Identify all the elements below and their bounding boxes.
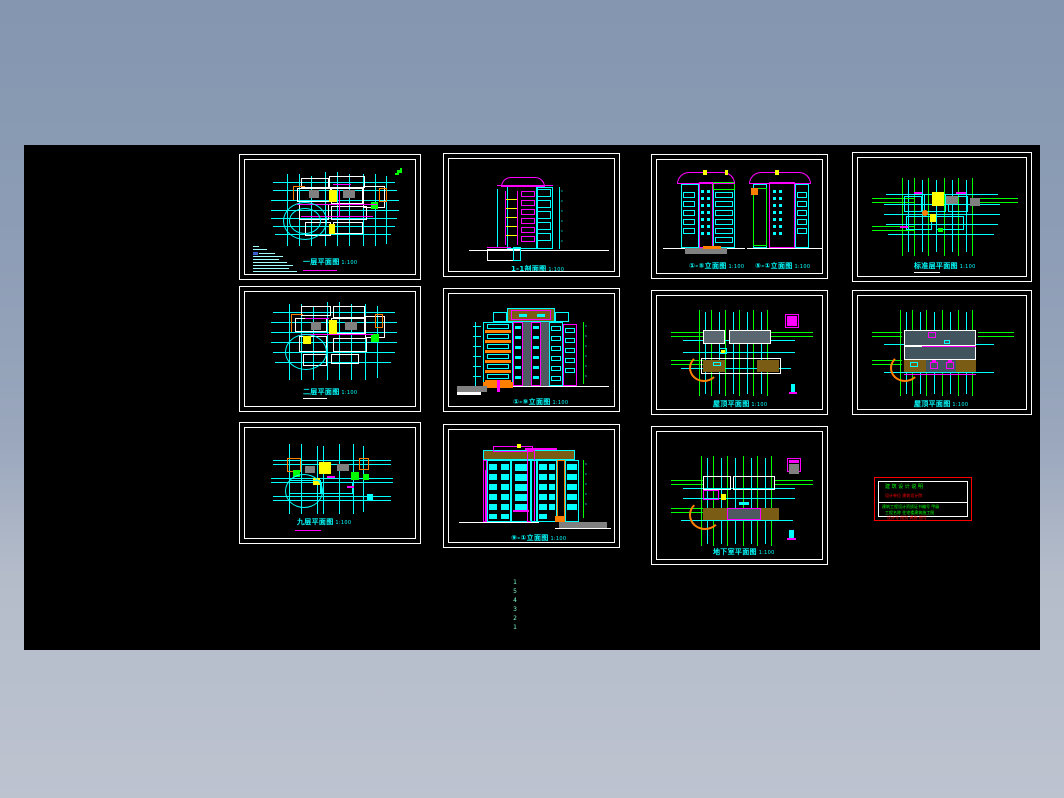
- title-block-subheader: 设计单位 建筑设计院: [885, 493, 923, 498]
- drawing-caption: ⑨-①立面图 1:100: [511, 534, 567, 542]
- drawing-frame-inner: ①-⑤立面图 1:100 ⑤-①立面图 1:100: [656, 159, 823, 274]
- drawing-panel-elevation-front[interactable]: h h h h h h ①-⑨立面图 1:100: [443, 288, 620, 412]
- plan-legend-text: [253, 246, 307, 274]
- stray-vertical-text: 1 5 4 3 2 1: [508, 578, 522, 632]
- section-1-1-sheet: h h h h h h 1-1剖面图 1:100: [449, 159, 614, 271]
- drawing-caption: 二层平面图 1:100: [303, 388, 358, 396]
- drawing-frame-inner: h h h h h h 1-1剖面图 1:100: [448, 158, 615, 272]
- drawing-panel-plan-ground-floor[interactable]: 一层平面图 1:100: [239, 154, 421, 280]
- title-block[interactable]: 建 筑 设 计 说 明 设计单位 建筑设计院 建筑工程设计资质证书编号 甲级 工…: [874, 477, 972, 521]
- plan-roof-b-sheet: 屋顶平面图 1:100: [858, 296, 1026, 409]
- stray-line: 1: [513, 624, 517, 631]
- elevation-front-sheet: h h h h h h ①-⑨立面图 1:100: [449, 294, 614, 406]
- drawing-frame-inner: 屋顶平面图 1:100: [656, 295, 823, 410]
- drawing-panel-plan-roof-b[interactable]: 屋顶平面图 1:100: [852, 290, 1032, 415]
- title-block-line-3: 设计号 图别 建施 图号: [887, 515, 927, 520]
- drawing-panel-plan-standard-floor[interactable]: 标准层平面图 1:100: [852, 152, 1032, 282]
- drawing-caption: 一层平面图 1:100: [303, 258, 358, 266]
- stray-line: 4: [513, 597, 517, 604]
- drawing-panel-plan-top-floor[interactable]: 九层平面图 1:100: [239, 422, 421, 544]
- elevation-rear-sheet: h h h h h ⑨-①立面图 1:100: [449, 430, 614, 542]
- drawing-caption-2: ⑤-①立面图 1:100: [755, 262, 811, 270]
- cad-canvas[interactable]: 一层平面图 1:100 h h h h h h 1-1剖面图 1:100 ①-⑤…: [24, 145, 1040, 650]
- stray-line: 1: [513, 579, 517, 586]
- drawing-frame-inner: 地下室平面图 1:100: [656, 431, 823, 560]
- plan-roof-a-sheet: 屋顶平面图 1:100: [657, 296, 822, 409]
- drawing-panel-plan-second-floor[interactable]: 二层平面图 1:100: [239, 286, 421, 412]
- drawing-frame-inner: h h h h h ⑨-①立面图 1:100: [448, 429, 615, 543]
- plan-top-floor-sheet: 九层平面图 1:100: [245, 428, 415, 538]
- plan-ground-floor-sheet: 一层平面图 1:100: [245, 160, 415, 274]
- drawing-caption: 九层平面图 1:100: [297, 518, 352, 526]
- drawing-frame-inner: 九层平面图 1:100: [244, 427, 416, 539]
- drawing-caption: 标准层平面图 1:100: [914, 262, 976, 270]
- drawing-panel-elevation-side-pair[interactable]: ①-⑤立面图 1:100 ⑤-①立面图 1:100: [651, 154, 828, 279]
- drawing-frame-inner: 一层平面图 1:100: [244, 159, 416, 275]
- drawing-panel-plan-basement[interactable]: 地下室平面图 1:100: [651, 426, 828, 565]
- drawing-caption: 1-1剖面图 1:100: [511, 265, 565, 272]
- title-block-inner: 建 筑 设 计 说 明 设计单位 建筑设计院 建筑工程设计资质证书编号 甲级 工…: [878, 481, 968, 520]
- drawing-panel-elevation-rear[interactable]: h h h h h ⑨-①立面图 1:100: [443, 424, 620, 548]
- drawing-frame-inner: 标准层平面图 1:100: [857, 157, 1027, 277]
- plan-second-floor-sheet: 二层平面图 1:100: [245, 292, 415, 406]
- drawing-frame-inner: 屋顶平面图 1:100: [857, 295, 1027, 410]
- stray-line: 5: [513, 588, 517, 595]
- drawing-frame-inner: h h h h h h ①-⑨立面图 1:100: [448, 293, 615, 407]
- drawing-frame-inner: 二层平面图 1:100: [244, 291, 416, 407]
- drawing-caption: 屋顶平面图 1:100: [914, 400, 969, 408]
- drawing-caption: ①-⑨立面图 1:100: [513, 398, 569, 406]
- title-block-header: 建 筑 设 计 说 明: [885, 484, 923, 490]
- drawing-caption: 地下室平面图 1:100: [713, 548, 775, 556]
- drawing-caption: ①-⑤立面图 1:100: [689, 262, 745, 270]
- elevation-side-pair-sheet: ①-⑤立面图 1:100 ⑤-①立面图 1:100: [657, 160, 822, 273]
- stray-line: 3: [513, 606, 517, 613]
- drawing-caption: 屋顶平面图 1:100: [713, 400, 768, 408]
- stray-line: 2: [513, 615, 517, 622]
- plan-standard-floor-sheet: 标准层平面图 1:100: [858, 158, 1026, 276]
- cad-sheet-page: 一层平面图 1:100 h h h h h h 1-1剖面图 1:100 ①-⑤…: [0, 0, 1064, 798]
- drawing-panel-section-1-1[interactable]: h h h h h h 1-1剖面图 1:100: [443, 153, 620, 277]
- plan-basement-sheet: 地下室平面图 1:100: [657, 432, 822, 559]
- drawing-panel-plan-roof-a[interactable]: 屋顶平面图 1:100: [651, 290, 828, 415]
